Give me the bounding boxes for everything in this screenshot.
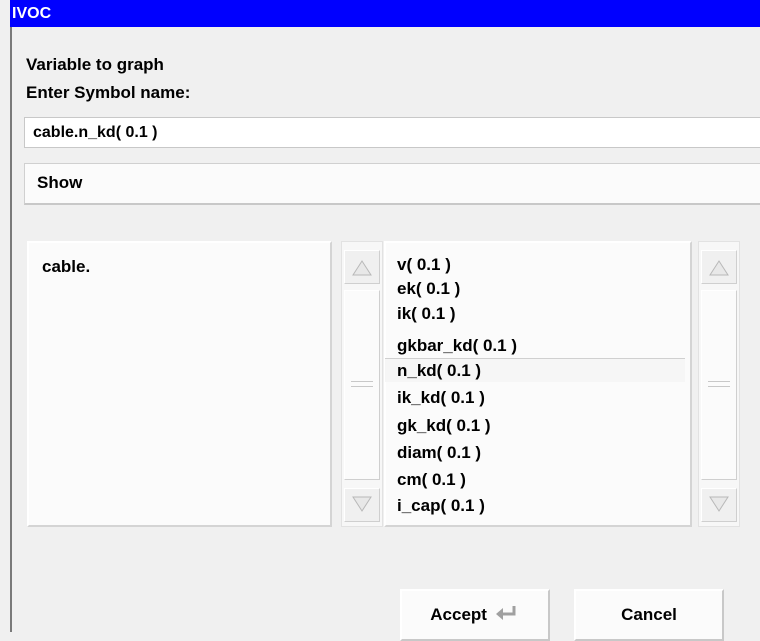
list-item[interactable]: cm( 0.1 ): [385, 468, 685, 492]
cancel-button-label: Cancel: [621, 605, 677, 624]
triangle-up-icon: [709, 260, 729, 276]
right-scroll-thumb[interactable]: [701, 290, 737, 480]
enter-arrow-icon: [495, 606, 516, 620]
prompt-line-2: Enter Symbol name:: [26, 83, 191, 102]
symbol-name-input[interactable]: cable.n_kd( 0.1 ): [24, 117, 760, 148]
grip-line: [708, 381, 730, 382]
show-button[interactable]: Show: [24, 163, 760, 205]
list-item-selected[interactable]: n_kd( 0.1 ): [385, 358, 685, 382]
left-list-scrollbar[interactable]: [341, 241, 383, 527]
list-item[interactable]: diam( 0.1 ): [385, 441, 685, 465]
window-title: IVOC: [12, 5, 52, 22]
left-list-item[interactable]: cable.: [42, 257, 90, 277]
list-item[interactable]: ek( 0.1 ): [385, 277, 685, 301]
symbol-name-value: cable.n_kd( 0.1 ): [33, 124, 158, 141]
list-item[interactable]: ik_kd( 0.1 ): [385, 386, 685, 410]
list-item[interactable]: v( 0.1 ): [385, 253, 685, 277]
grip-line: [351, 386, 373, 387]
list-item[interactable]: gkbar_kd( 0.1 ): [385, 334, 685, 358]
grip-line: [351, 381, 373, 382]
left-list: cable.: [27, 241, 332, 527]
triangle-down-icon: [709, 496, 729, 512]
left-scroll-up-button[interactable]: [344, 250, 380, 284]
accept-button-label: Accept: [430, 605, 487, 624]
left-scroll-down-button[interactable]: [344, 488, 380, 522]
triangle-down-icon: [352, 496, 372, 512]
list-item[interactable]: ik( 0.1 ): [385, 302, 685, 326]
show-button-label: Show: [37, 173, 83, 192]
list-item[interactable]: gk_kd( 0.1 ): [385, 414, 685, 438]
right-scroll-up-button[interactable]: [701, 250, 737, 284]
triangle-up-icon: [352, 260, 372, 276]
accept-button[interactable]: Accept: [400, 589, 550, 641]
grip-line: [708, 386, 730, 387]
title-bar: IVOC: [10, 0, 760, 27]
right-list-scrollbar[interactable]: [698, 241, 740, 527]
prompt-line-1: Variable to graph: [26, 55, 164, 74]
cancel-button[interactable]: Cancel: [574, 589, 724, 641]
left-scroll-thumb[interactable]: [344, 290, 380, 480]
right-scroll-down-button[interactable]: [701, 488, 737, 522]
list-item[interactable]: i_cap( 0.1 ): [385, 494, 685, 518]
